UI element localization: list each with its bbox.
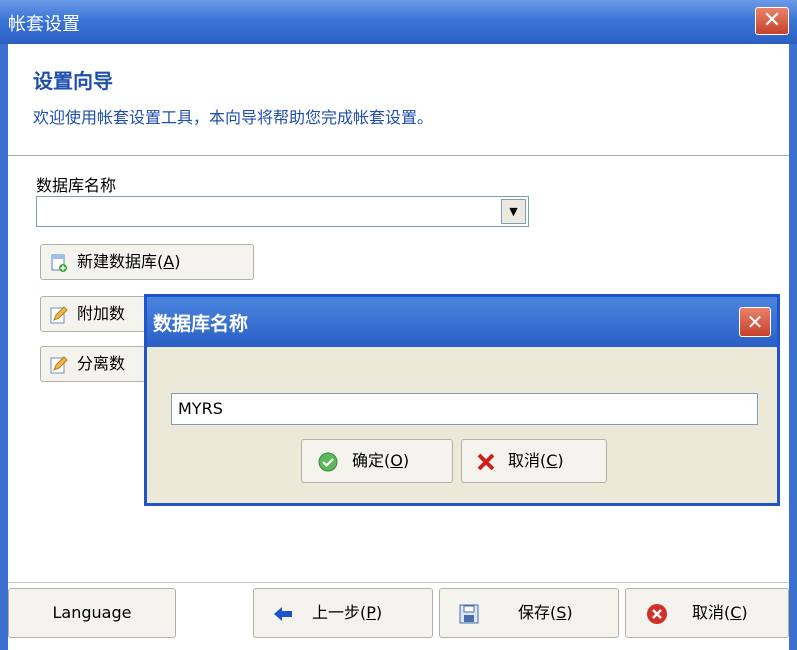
database-name-input[interactable]: MYRS: [171, 393, 758, 425]
cancel-button[interactable]: 取消(C): [625, 588, 789, 638]
wizard-header: 设置向导 欢迎使用帐套设置工具，本向导将帮助您完成帐套设置。: [8, 44, 789, 156]
dialog-cancel-button[interactable]: 取消(C): [461, 439, 607, 483]
save-button[interactable]: 保存(S): [439, 588, 619, 638]
edit-icon: [50, 306, 68, 324]
dialog-close-button[interactable]: ✕: [739, 307, 771, 337]
cancel-circle-icon: [647, 604, 667, 624]
dialog-title: 数据库名称: [153, 313, 249, 335]
attach-database-button[interactable]: 附加数: [40, 296, 150, 332]
close-x-icon: [477, 453, 495, 471]
window-border-right: [789, 44, 797, 650]
dialog-titlebar: 数据库名称 ✕: [147, 297, 777, 347]
wizard-title: 设置向导: [33, 69, 113, 93]
database-name-dialog: 数据库名称 ✕ MYRS 确定(O) 取消(C): [144, 294, 780, 506]
window-close-button[interactable]: ✕: [755, 7, 789, 35]
wizard-subtitle: 欢迎使用帐套设置工具，本向导将帮助您完成帐套设置。: [33, 108, 434, 127]
combobox-dropdown-icon[interactable]: ▼: [501, 199, 526, 224]
database-name-combobox[interactable]: ▼: [36, 196, 529, 227]
detach-database-button[interactable]: 分离数: [40, 346, 150, 382]
window-titlebar: 帐套设置 ✕: [0, 0, 797, 44]
new-document-icon: [51, 254, 67, 272]
save-icon: [459, 604, 479, 624]
check-circle-icon: [318, 452, 338, 472]
edit-icon: [50, 356, 68, 374]
database-name-label: 数据库名称: [36, 176, 117, 195]
new-database-button[interactable]: 新建数据库(A): [40, 244, 254, 280]
previous-step-button[interactable]: 上一步(P): [253, 588, 433, 638]
arrow-left-icon: [274, 607, 292, 621]
window-border-left: [0, 44, 8, 650]
window-title: 帐套设置: [8, 14, 80, 35]
ok-button[interactable]: 确定(O): [301, 439, 453, 483]
footer-divider: [8, 582, 789, 583]
language-button[interactable]: Language: [8, 588, 176, 638]
